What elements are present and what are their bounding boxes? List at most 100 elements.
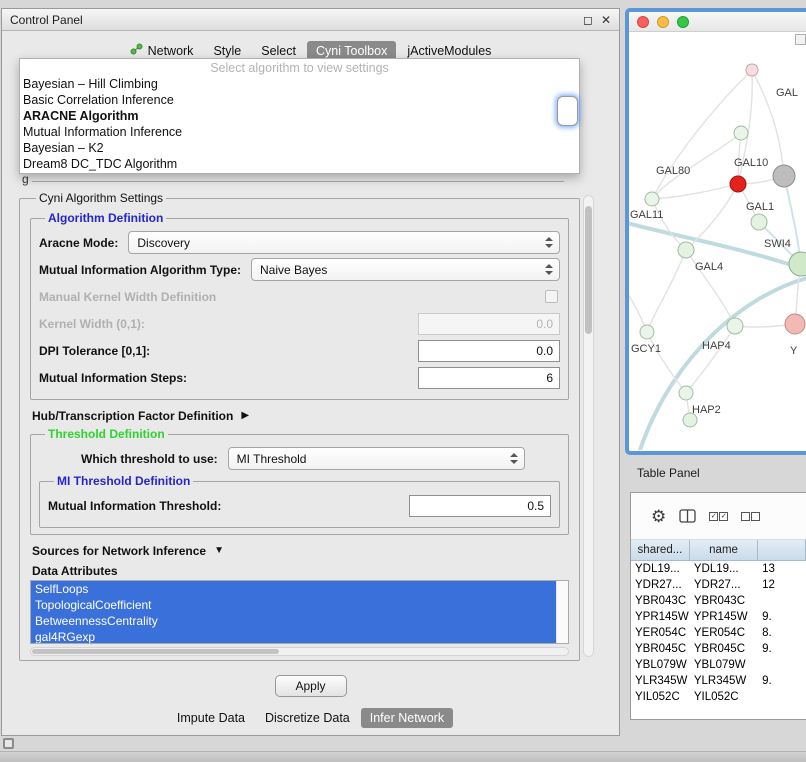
sources-toggle[interactable]: Sources for Network Inference ▼: [32, 544, 567, 558]
window-controls: ◻ ✕: [583, 14, 611, 26]
graph-node[interactable]: [679, 386, 693, 400]
node-label: HAP4: [702, 340, 731, 352]
algorithm-option[interactable]: Bayesian – K2: [20, 140, 579, 156]
mi-type-select[interactable]: Naive Bayes: [251, 258, 560, 281]
column-header-name[interactable]: name: [690, 540, 758, 560]
table-row[interactable]: YDL19...YDL19...13: [631, 561, 806, 577]
which-threshold-row: Which threshold to use: MI Threshold: [39, 447, 560, 470]
algorithm-option[interactable]: Basic Correlation Inference: [20, 92, 579, 108]
kernel-width-field[interactable]: 0.0: [418, 313, 560, 335]
minimize-traffic-light-icon[interactable]: [657, 16, 669, 28]
aracne-mode-select[interactable]: Discovery: [128, 231, 560, 254]
minimized-panel-icon[interactable]: [3, 738, 14, 749]
control-panel-window: Control Panel ◻ ✕ NetworkStyleSelectCyni…: [1, 8, 620, 736]
chevron-right-icon: ▶: [241, 411, 249, 421]
mi-steps-row: Mutual Information Steps: 6: [39, 366, 560, 389]
network-canvas[interactable]: GALGAL80GAL10GAL11GAL1SWI4GAL4GCY1HAP4YH…: [629, 32, 806, 450]
graph-node[interactable]: [746, 64, 758, 76]
algorithm-definition-group: Algorithm Definition Aracne Mode: Discov…: [30, 211, 569, 400]
apply-button[interactable]: Apply: [275, 675, 347, 697]
dpi-tolerance-field[interactable]: 0.0: [418, 340, 560, 362]
close-traffic-light-icon[interactable]: [637, 16, 649, 28]
graph-node[interactable]: [678, 242, 694, 258]
attribute-list-scrollbar[interactable]: [556, 581, 568, 643]
column-selector-icon[interactable]: [679, 509, 696, 523]
hub-definition-toggle[interactable]: Hub/Transcription Factor Definition ▶: [32, 409, 567, 423]
table-row[interactable]: YBR043CYBR043C: [631, 593, 806, 609]
mi-threshold-group: MI Threshold Definition Mutual Informati…: [39, 474, 560, 528]
tab-discretize-data[interactable]: Discretize Data: [256, 708, 359, 728]
scrollbar-thumb[interactable]: [585, 206, 592, 334]
mi-threshold-field[interactable]: 0.5: [409, 495, 551, 517]
table-row[interactable]: YLR345WYLR345W9.: [631, 673, 806, 689]
table-row[interactable]: YBR045CYBR045C9.: [631, 641, 806, 657]
algorithm-option[interactable]: Mutual Information Inference: [20, 124, 579, 140]
graph-node[interactable]: [751, 214, 767, 230]
attribute-item[interactable]: SelfLoops: [31, 581, 556, 597]
table-cell: YIL052C: [690, 691, 758, 703]
tab-infer-network[interactable]: Infer Network: [361, 708, 453, 728]
canvas-scrollbar-stub[interactable]: [795, 34, 806, 45]
settings-legend: Cyni Algorithm Settings: [36, 191, 166, 205]
column-header-cut[interactable]: [758, 540, 806, 560]
node-label: GAL: [776, 87, 798, 99]
table-toolbar: ⚙ ✓✓: [631, 493, 806, 540]
mi-type-label: Mutual Information Algorithm Type:: [39, 263, 241, 277]
kernel-width-row: Kernel Width (0,1): 0.0: [39, 312, 560, 335]
algorithm-option[interactable]: ARACNE Algorithm: [20, 108, 579, 124]
mi-steps-label: Mutual Information Steps:: [39, 371, 187, 385]
manual-kernel-checkbox[interactable]: [545, 290, 558, 303]
network-graph[interactable]: GALGAL80GAL10GAL11GAL1SWI4GAL4GCY1HAP4YH…: [629, 32, 806, 450]
close-window-icon[interactable]: ✕: [601, 14, 611, 26]
obscured-combobox-fragment: [557, 96, 578, 126]
attribute-item[interactable]: BetweennessCentrality: [31, 613, 556, 629]
graph-node[interactable]: [645, 192, 659, 206]
graph-node[interactable]: [785, 314, 805, 334]
deselect-all-checkboxes-icon[interactable]: [741, 512, 760, 521]
attribute-item[interactable]: gal4RGexp: [31, 629, 556, 644]
graph-node[interactable]: [730, 176, 746, 192]
column-header-shared-name[interactable]: shared...: [631, 540, 690, 560]
zoom-traffic-light-icon[interactable]: [677, 16, 689, 28]
graph-node[interactable]: [773, 165, 795, 187]
table-row[interactable]: YER054CYER054C8.: [631, 625, 806, 641]
which-threshold-select[interactable]: MI Threshold: [228, 447, 525, 470]
select-all-checkboxes-icon[interactable]: ✓✓: [709, 512, 728, 521]
tab-impute-data[interactable]: Impute Data: [168, 708, 254, 728]
scrollbar-thumb[interactable]: [32, 649, 279, 654]
mi-steps-field[interactable]: 6: [418, 367, 560, 389]
which-threshold-label: Which threshold to use:: [81, 452, 218, 466]
graph-node[interactable]: [727, 318, 743, 334]
table-cell: YER054C: [690, 627, 758, 639]
float-window-icon[interactable]: ◻: [583, 14, 593, 26]
mi-threshold-label: Mutual Information Threshold:: [48, 499, 221, 513]
attribute-hscrollbar[interactable]: [30, 647, 569, 656]
node-label: GAL10: [734, 157, 768, 169]
gear-icon[interactable]: ⚙: [651, 508, 666, 525]
algorithm-option[interactable]: Bayesian – Hill Climbing: [20, 76, 579, 92]
table-row[interactable]: YPR145WYPR145W9.: [631, 609, 806, 625]
table-cell: 13: [758, 563, 806, 575]
node-label: GAL4: [695, 261, 723, 273]
settings-scrollbar[interactable]: [583, 195, 594, 657]
table-cell: YPR145W: [631, 611, 690, 623]
tab-label: jActiveModules: [407, 44, 491, 58]
table-row[interactable]: YIL052CYIL052C: [631, 689, 806, 705]
algorithm-option[interactable]: Dream8 DC_TDC Algorithm: [20, 156, 579, 172]
graph-node[interactable]: [734, 126, 748, 140]
mi-threshold-legend: MI Threshold Definition: [54, 474, 193, 488]
cp-tabbar: NetworkStyleSelectCyni ToolboxjActiveMod…: [2, 31, 619, 61]
control-panel-titlebar[interactable]: Control Panel ◻ ✕: [2, 9, 619, 31]
graph-node[interactable]: [640, 325, 654, 339]
table-row[interactable]: YDR27...YDR27...12: [631, 577, 806, 593]
table-cell: YDR27...: [690, 579, 758, 591]
table-row[interactable]: YBL079WYBL079W: [631, 657, 806, 673]
attribute-list[interactable]: SelfLoopsTopologicalCoefficientBetweenne…: [30, 580, 569, 644]
table-cell: 9.: [758, 675, 806, 687]
attribute-item[interactable]: TopologicalCoefficient: [31, 597, 556, 613]
node-label: Y: [790, 345, 798, 357]
node-label: GAL11: [630, 209, 663, 221]
chevron-down-icon: ▼: [214, 546, 224, 556]
manual-kernel-row: Manual Kernel Width Definition: [39, 285, 560, 308]
network-window-titlebar[interactable]: [629, 12, 806, 32]
